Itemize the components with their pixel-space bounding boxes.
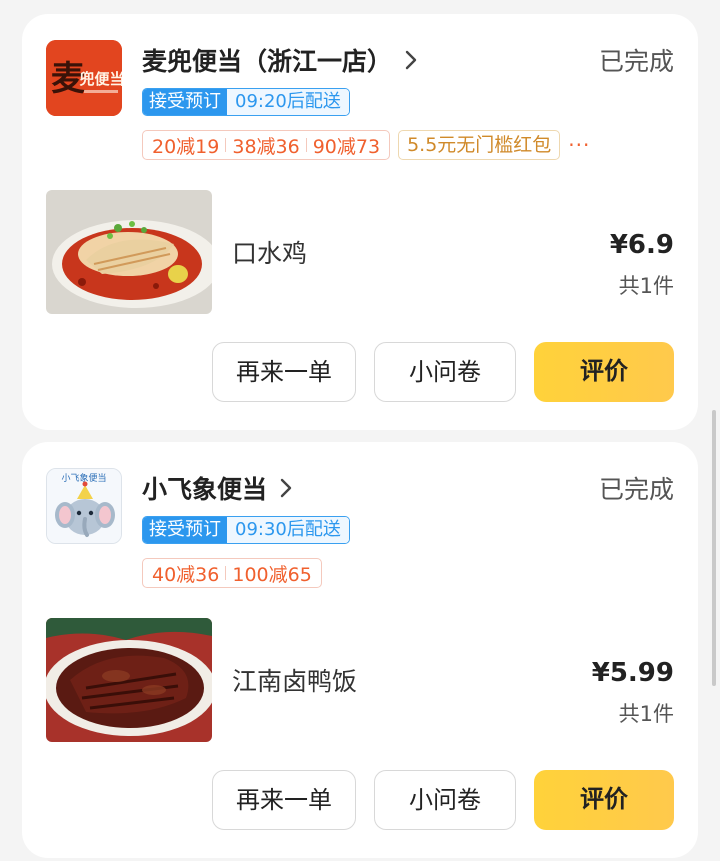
item-count: 共1件 [618,274,674,298]
shop-logo[interactable]: 麦 兜便当 [46,40,122,116]
survey-button[interactable]: 小问卷 [374,770,516,830]
preorder-badge: 接受预订 [143,517,227,543]
discount-tag: 20减19 [152,135,220,158]
shop-name-link[interactable]: 麦兜便当（浙江一店） [142,40,418,80]
discount-tag: 40减36 [152,563,220,586]
shop-name-link[interactable]: 小飞象便当 [142,468,293,508]
dish-name: 口水鸡 [232,239,308,268]
discount-tag: 38减36 [232,135,300,158]
promo-row: 20减19 38减36 90减73 5.5元无门槛红包 ··· [142,130,590,160]
svg-text:兜便当: 兜便当 [79,70,122,88]
shop-name: 麦兜便当（浙江一店） [142,47,393,76]
review-button[interactable]: 评价 [534,770,674,830]
preorder-badge: 接受预订 [143,89,227,115]
order-status: 已完成 [598,475,674,504]
delivery-time: 09:20后配送 [227,89,349,115]
order-price: ¥6.9 [609,230,674,260]
discount-tag: 90减73 [312,135,381,158]
reorder-button[interactable]: 再来一单 [212,770,356,830]
delivery-tag: 接受预订 09:20后配送 [142,88,350,116]
delivery-time: 09:30后配送 [227,517,349,543]
order-card[interactable]: 麦 兜便当 麦兜便当（浙江一店） 已完成 接受预订 09:20后配送 20减19… [22,14,698,430]
item-count: 共1件 [618,702,674,726]
reorder-button[interactable]: 再来一单 [212,342,356,402]
chevron-right-icon [279,477,293,499]
chevron-right-icon [404,49,418,71]
discount-tag: 100减65 [232,563,312,586]
order-card[interactable]: 小飞象便当 小飞象便当 已完成 接受预订 09:30后配送 40减36 100减… [22,442,698,858]
shop-logo[interactable]: 小飞象便当 [46,468,122,544]
discount-group: 40减36 100减65 [142,558,322,588]
order-status: 已完成 [598,47,674,76]
discount-group: 20减19 38减36 90减73 [142,130,391,160]
scrollbar[interactable] [712,410,716,686]
promo-row: 40减36 100减65 [142,558,322,588]
dish-image-duck[interactable] [46,618,212,742]
order-price: ¥5.99 [591,658,674,688]
review-button[interactable]: 评价 [534,342,674,402]
shop-name: 小飞象便当 [142,475,268,504]
coupon-tag: 5.5元无门槛红包 [398,130,561,160]
delivery-tag: 接受预订 09:30后配送 [142,516,350,544]
dish-image-chicken[interactable] [46,190,212,314]
dish-name: 江南卤鸭饭 [232,667,358,696]
more-promos-icon[interactable]: ··· [568,133,590,157]
survey-button[interactable]: 小问卷 [374,342,516,402]
